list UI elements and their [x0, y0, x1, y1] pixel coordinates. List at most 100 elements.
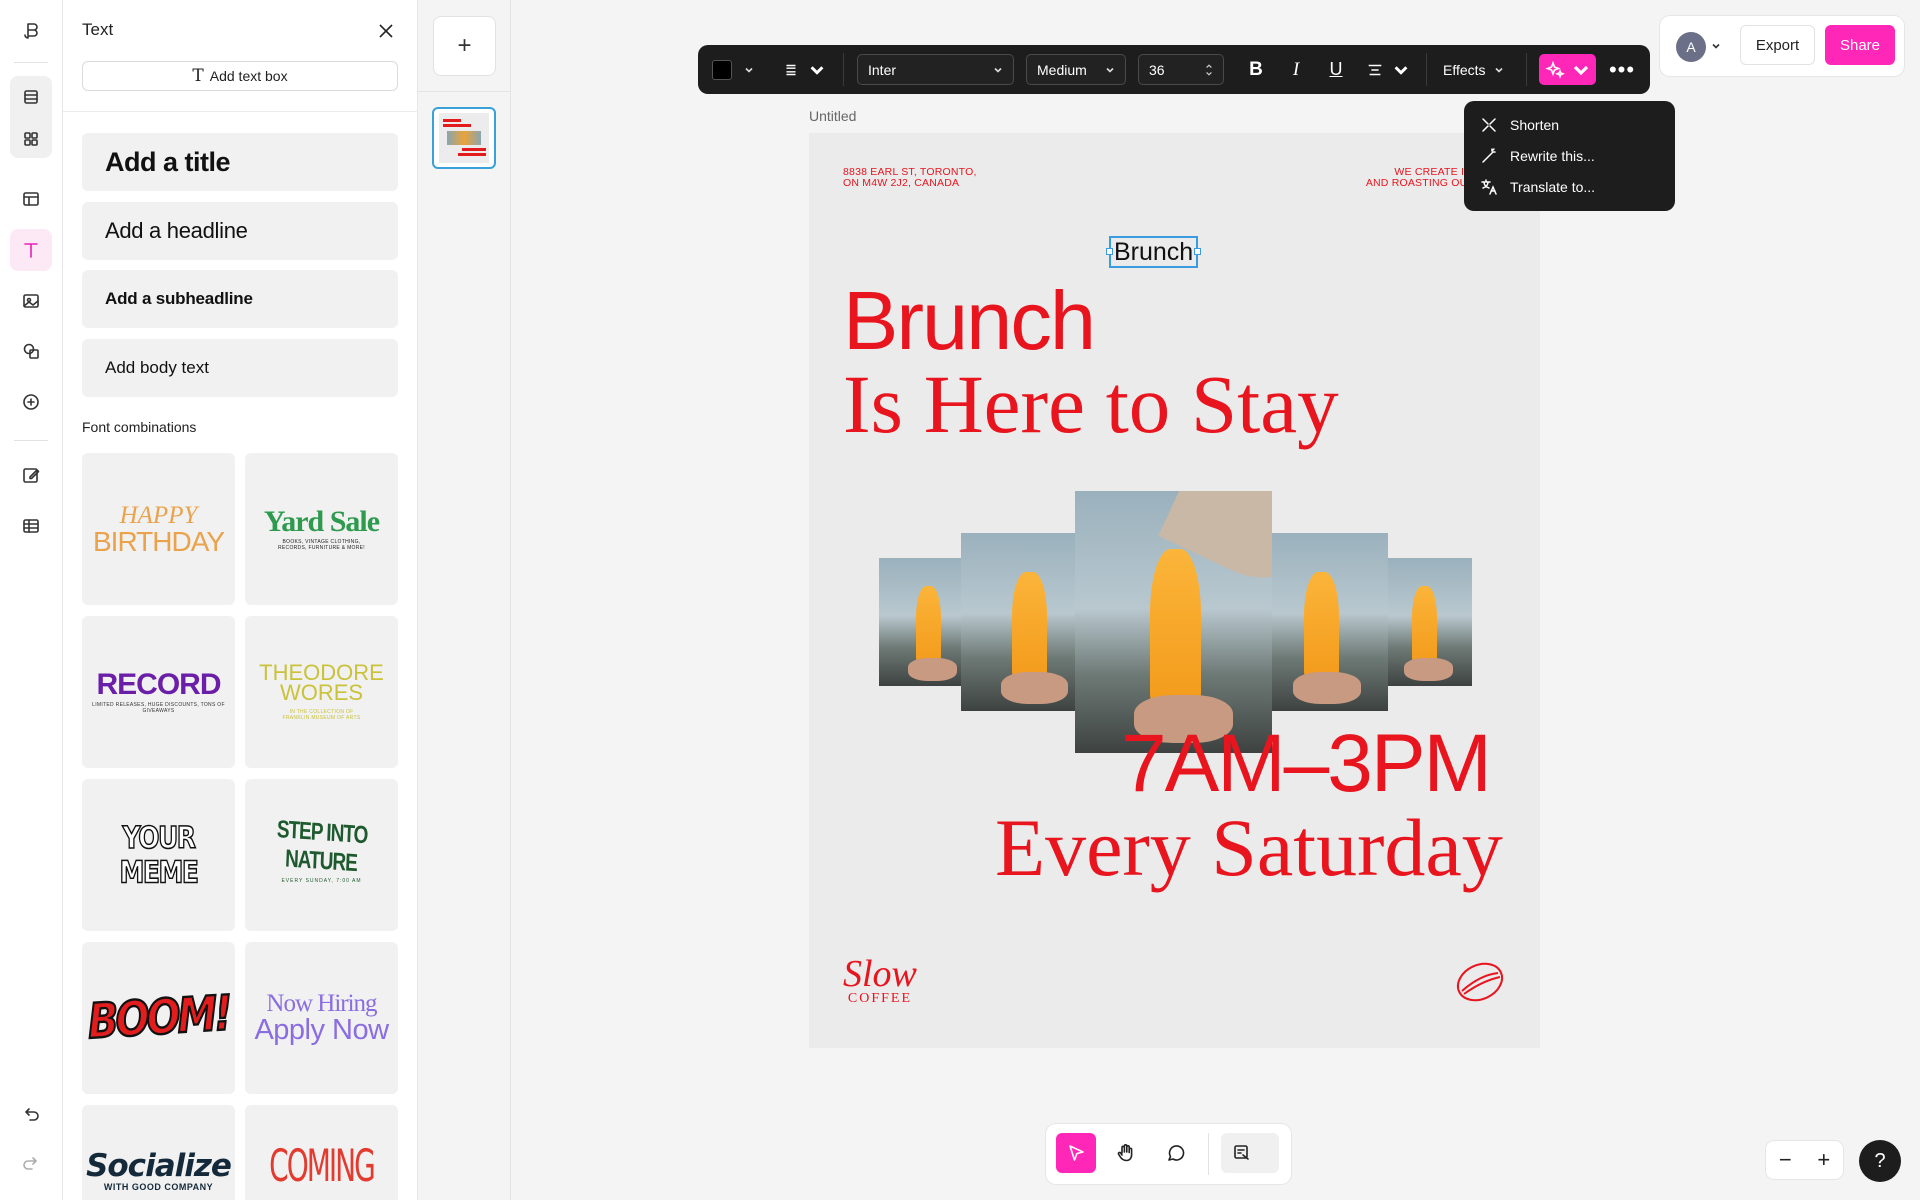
shapes-icon[interactable] — [10, 330, 52, 372]
undo-icon[interactable] — [10, 1093, 52, 1135]
avatar[interactable]: A — [1676, 32, 1706, 62]
combo-text: WORES — [279, 680, 364, 705]
poster-headline-1[interactable]: Brunch — [843, 276, 1096, 366]
export-button[interactable]: Export — [1740, 25, 1815, 65]
canvas-tools — [1046, 1124, 1291, 1184]
comment-tool-button[interactable] — [1156, 1133, 1196, 1173]
header-actions: A Export Share — [1660, 16, 1904, 76]
add-page-button[interactable]: + — [433, 16, 496, 76]
text-toolbar: Inter Medium 36 B I U Effects ••• — [698, 45, 1650, 94]
help-button[interactable]: ? — [1859, 1140, 1901, 1182]
document-name[interactable]: Untitled — [809, 108, 856, 124]
add-headline-button[interactable]: Add a headline — [82, 202, 398, 260]
resize-handle-left[interactable] — [1106, 248, 1113, 255]
thumb-line — [462, 148, 486, 151]
thumb-line — [443, 119, 461, 122]
present-button[interactable] — [1221, 1133, 1279, 1173]
page-thumbnail[interactable] — [432, 107, 496, 169]
resize-handle-right[interactable] — [1194, 248, 1202, 255]
font-family-value: Inter — [868, 61, 897, 78]
underline-button[interactable]: U — [1326, 54, 1346, 85]
edit-icon[interactable] — [10, 454, 52, 496]
font-size-input[interactable]: 36 — [1138, 54, 1224, 85]
combo-boom[interactable]: BOOM! — [82, 942, 235, 1094]
combo-your-meme[interactable]: YOUR MEME — [82, 779, 235, 931]
select-tool-button[interactable] — [1056, 1133, 1096, 1173]
hand-tool-button[interactable] — [1106, 1133, 1146, 1173]
combo-socialize[interactable]: Socialize WITH GOOD COMPANY — [82, 1105, 235, 1200]
chevron-down-icon — [1573, 65, 1588, 75]
collage-photo-center[interactable] — [1075, 491, 1272, 753]
slow-coffee-logo[interactable]: Slow COFFEE — [843, 955, 917, 1007]
poster-headline-2[interactable]: Is Here to Stay — [843, 359, 1339, 449]
redo-icon[interactable] — [10, 1142, 52, 1184]
combo-text: Socialize — [86, 1148, 232, 1184]
collage-photo[interactable] — [1252, 533, 1388, 711]
layers-icon[interactable] — [10, 76, 52, 118]
more-options-icon[interactable]: ••• — [1609, 54, 1634, 85]
combo-coming-soon[interactable]: COMING SOON — [245, 1105, 398, 1200]
selected-text-box[interactable]: Brunch — [1106, 236, 1202, 268]
combo-happy-birthday[interactable]: HAPPY BIRTHDAY — [82, 453, 235, 605]
combo-theodore-wores[interactable]: THEODORE WORES IN THE COLLECTION OF FRAN… — [245, 616, 398, 768]
grid-icon[interactable] — [10, 118, 52, 160]
effects-dropdown[interactable]: Effects — [1443, 54, 1513, 85]
text-icon: T — [192, 66, 204, 86]
bold-button[interactable]: B — [1246, 54, 1266, 85]
page-thumbnail-preview — [439, 113, 489, 163]
rail-divider — [14, 62, 48, 63]
add-element-icon[interactable] — [10, 381, 52, 423]
poster-day[interactable]: Every Saturday — [995, 803, 1503, 893]
chevron-down-icon[interactable] — [1711, 41, 1721, 51]
comment-icon — [1168, 1145, 1185, 1161]
font-weight-select[interactable]: Medium — [1026, 54, 1126, 85]
combo-record[interactable]: RECORD LIMITED RELEASES, HUGE DISCOUNTS,… — [82, 616, 235, 768]
font-family-select[interactable]: Inter — [857, 54, 1014, 85]
italic-button[interactable]: I — [1286, 54, 1306, 85]
text-align-dropdown[interactable] — [1366, 54, 1410, 85]
coffee-bean-icon[interactable] — [1454, 961, 1506, 1003]
shorten-icon — [1482, 117, 1496, 132]
menu-item-translate[interactable]: Translate to... — [1464, 171, 1675, 202]
menu-item-shorten[interactable]: Shorten — [1464, 109, 1675, 140]
photo-glass — [1149, 548, 1202, 712]
ai-dropdown-menu: Shorten Rewrite this... Translate to... — [1464, 101, 1675, 211]
photo-glass — [915, 586, 942, 666]
zoom-out-button[interactable]: − — [1779, 1147, 1792, 1173]
combo-now-hiring[interactable]: Now Hiring Apply Now — [245, 942, 398, 1094]
translate-icon — [1481, 178, 1497, 195]
image-icon[interactable] — [10, 280, 52, 322]
combo-text: HAPPY — [119, 501, 198, 529]
templates-icon[interactable] — [10, 178, 52, 220]
zoom-in-button[interactable]: + — [1817, 1147, 1830, 1173]
close-icon[interactable] — [375, 20, 397, 42]
ai-sparkle-icon — [1544, 60, 1565, 79]
stepper-icon[interactable] — [1205, 63, 1213, 77]
table-icon[interactable] — [10, 505, 52, 547]
menu-item-rewrite[interactable]: Rewrite this... — [1464, 140, 1675, 171]
add-title-button[interactable]: Add a title — [82, 133, 398, 191]
panel-title: Text — [82, 20, 114, 39]
combo-text: STEP INTO NATURE — [276, 816, 368, 878]
add-text-box-button[interactable]: T Add text box — [82, 61, 398, 91]
combo-text: COMING SOON — [269, 1139, 376, 1200]
spacing-dropdown[interactable] — [782, 54, 826, 85]
text-color-picker[interactable] — [712, 54, 756, 85]
combo-text: Now Hiring — [266, 990, 377, 1017]
combo-step-into-nature[interactable]: STEP INTO NATURE EVERY SUNDAY, 7:00 AM — [245, 779, 398, 931]
share-button[interactable]: Share — [1825, 25, 1895, 65]
text-tool-icon[interactable] — [10, 229, 52, 271]
ai-assist-button[interactable] — [1539, 54, 1596, 85]
poster-time[interactable]: 7AM–3PM — [1121, 719, 1492, 809]
combo-yard-sale[interactable]: Yard Sale BOOKS, VINTAGE CLOTHING, RECOR… — [245, 453, 398, 605]
poster-canvas[interactable]: 8838 EARL ST, TORONTO, ON M4W 2J2, CANAD… — [809, 133, 1540, 1048]
pages-divider — [418, 91, 511, 92]
add-subheadline-button[interactable]: Add a subheadline — [82, 270, 398, 328]
poster-address-left[interactable]: 8838 EARL ST, TORONTO, ON M4W 2J2, CANAD… — [843, 167, 977, 189]
collage-photo[interactable] — [1375, 558, 1472, 686]
add-body-text-button[interactable]: Add body text — [82, 339, 398, 397]
app-logo-icon[interactable] — [10, 10, 52, 52]
left-rail — [0, 0, 63, 1200]
combo-text: BIRTHDAY — [93, 525, 225, 557]
combo-text: LIMITED RELEASES, HUGE DISCOUNTS, TONS O… — [92, 702, 225, 714]
